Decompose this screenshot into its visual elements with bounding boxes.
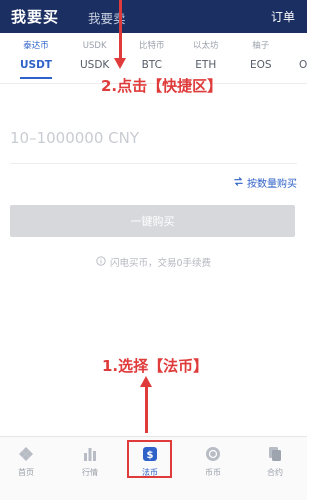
coin-cn-label: 泰达币	[23, 41, 49, 51]
coin-symbol: BTC	[141, 59, 162, 71]
coin-tab-eos[interactable]: 柚子 EOS	[250, 40, 272, 71]
coin-cn-label: 比特币	[139, 41, 165, 51]
annotation-arrow-down	[119, 0, 122, 58]
coin-cn-label: USDK	[82, 41, 107, 51]
coin-tab-usdt[interactable]: 泰达币 USDT	[20, 40, 52, 71]
coin-cn-label: 柚子	[252, 41, 270, 51]
nav-home[interactable]: 首页	[6, 445, 46, 478]
nav-coin[interactable]: 币币	[193, 445, 233, 478]
coin-cn-label	[299, 40, 307, 53]
market-icon	[81, 445, 99, 463]
coin-symbol: EOS	[250, 59, 272, 71]
coin-symbol: O	[299, 59, 308, 71]
top-header: 我要买 我要卖 订单	[0, 0, 307, 33]
amount-input[interactable]	[10, 127, 230, 149]
fee-note: 闪电买币，交易0手续费	[0, 255, 307, 269]
fee-note-text: 闪电买币，交易0手续费	[109, 258, 212, 269]
nav-coin-label: 币币	[205, 468, 221, 477]
coin-tab-btc[interactable]: 比特币 BTC	[139, 40, 165, 71]
buy-by-quantity-label: 按数量购买	[247, 179, 297, 190]
coin-symbol: ETH	[195, 59, 217, 71]
one-click-buy-button[interactable]: 一键购买	[10, 205, 295, 237]
tab-buy[interactable]: 我要买	[11, 6, 59, 27]
annotation-step-1: 1.选择【法币】	[102, 357, 209, 375]
nav-contract-label: 合约	[267, 468, 283, 477]
active-tab-indicator	[20, 77, 52, 79]
nav-market[interactable]: 行情	[70, 445, 110, 478]
contract-icon	[266, 445, 284, 463]
buy-by-quantity-link[interactable]: 按数量购买	[233, 175, 297, 190]
annotation-arrowhead-down	[114, 58, 126, 69]
swap-icon	[233, 176, 244, 190]
coin-icon	[204, 445, 222, 463]
coin-tab-eth[interactable]: 以太坊 ETH	[193, 40, 219, 71]
coin-cn-label: 以太坊	[193, 41, 219, 51]
home-icon	[17, 445, 35, 463]
coin-tab-usdk[interactable]: USDK USDK	[80, 40, 109, 71]
coin-symbol: USDT	[20, 59, 52, 71]
annotation-highlight-box	[127, 440, 172, 478]
nav-contract[interactable]: 合约	[255, 445, 295, 478]
info-icon	[96, 255, 106, 269]
nav-market-label: 行情	[82, 468, 98, 477]
nav-home-label: 首页	[18, 468, 34, 477]
coin-tab-more[interactable]: O	[299, 40, 307, 71]
input-divider	[10, 163, 297, 164]
annotation-arrow-up	[145, 385, 148, 433]
orders-link[interactable]: 订单	[271, 8, 295, 25]
coin-symbol: USDK	[80, 59, 110, 71]
annotation-step-2: 2.点击【快捷区】	[101, 77, 223, 95]
